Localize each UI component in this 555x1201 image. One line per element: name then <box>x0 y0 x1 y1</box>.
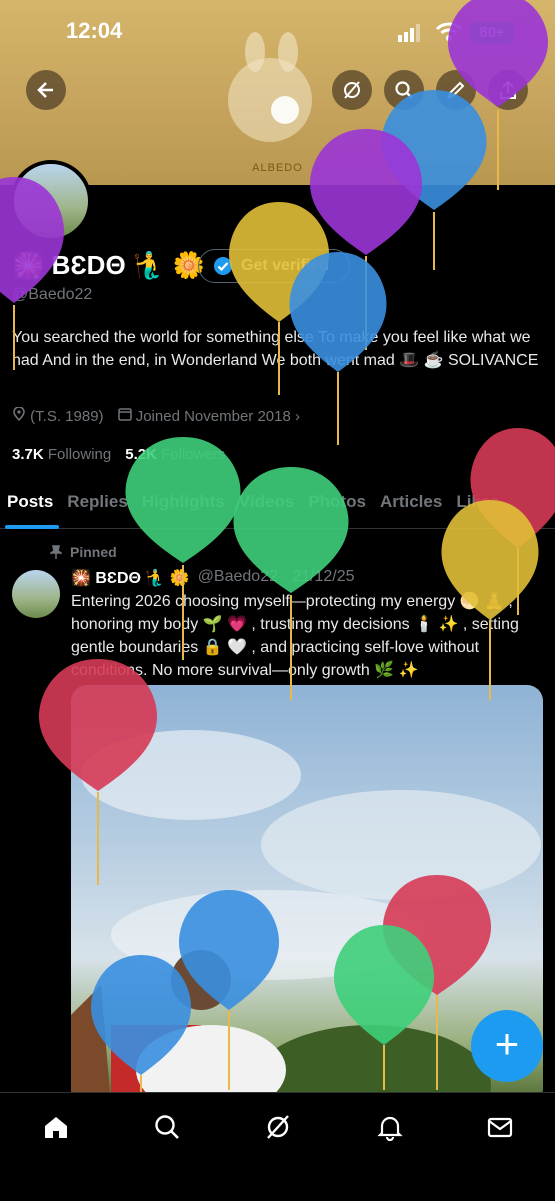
search-button[interactable] <box>384 70 424 110</box>
nav-messages[interactable] <box>476 1107 524 1147</box>
compose-post-button[interactable]: + <box>471 1010 543 1082</box>
grok-icon <box>341 79 363 101</box>
followers-link[interactable]: 5.2K Followers <box>125 446 225 463</box>
profile-tabs: Posts Replies Highlights Videos Photos A… <box>0 480 555 529</box>
location-pin-icon <box>12 407 26 421</box>
banner-caption: ALBEDO <box>0 162 555 174</box>
tab-likes[interactable]: Likes <box>449 480 506 528</box>
grok-icon <box>264 1113 292 1141</box>
profile-meta: (T.S. 1989) Joined November 2018 › <box>12 407 300 425</box>
calendar-icon <box>118 407 132 421</box>
post-author-name[interactable]: 🎇 BƐDΘ 🧜‍♂️ 🌼 <box>71 568 190 588</box>
followers-label: Followers <box>161 446 225 463</box>
back-button[interactable] <box>26 70 66 110</box>
search-icon <box>394 80 414 100</box>
pinned-text: Pinned <box>70 544 117 560</box>
post-handle-date: @Baedo22 · 21/12/25 <box>198 568 355 588</box>
bell-icon <box>376 1113 404 1141</box>
status-bar: 12:04 80+ <box>0 0 555 60</box>
followers-count: 5.2K <box>125 446 157 463</box>
edit-pencil-icon <box>446 80 466 100</box>
profile-display-name: 🎇 BƐDΘ 🧜‍♂️ 🌼 <box>12 250 205 281</box>
post-text: Entering 2026 choosing myself—protecting… <box>71 590 541 682</box>
nav-notifications[interactable] <box>366 1107 414 1147</box>
following-count: 3.7K <box>12 446 44 463</box>
grok-button[interactable] <box>332 70 372 110</box>
following-label: Following <box>48 446 111 463</box>
share-icon <box>498 80 518 100</box>
profile-avatar[interactable] <box>10 160 92 242</box>
nav-grok[interactable] <box>254 1107 302 1147</box>
active-tab-indicator <box>5 525 59 529</box>
pin-icon <box>50 545 62 559</box>
back-arrow-icon <box>36 80 56 100</box>
chevron-right-icon: › <box>295 408 300 425</box>
search-icon <box>153 1113 181 1141</box>
home-icon <box>42 1113 70 1141</box>
mail-icon <box>486 1113 514 1141</box>
tab-posts[interactable]: Posts <box>0 480 60 528</box>
bottom-navigation <box>0 1092 555 1201</box>
tab-highlights[interactable]: Highlights <box>135 480 232 528</box>
nav-home[interactable] <box>32 1107 80 1147</box>
signal-icon <box>398 24 420 42</box>
post-header: 🎇 BƐDΘ 🧜‍♂️ 🌼 @Baedo22 · 21/12/25 <box>71 568 355 588</box>
wifi-icon <box>436 22 462 42</box>
profile-handle: @Baedo22 <box>12 286 92 304</box>
joined-text: Joined November 2018 <box>136 408 291 425</box>
location-item: (T.S. 1989) <box>12 407 104 425</box>
location-text: (T.S. 1989) <box>30 408 103 425</box>
share-button[interactable] <box>488 70 528 110</box>
tab-articles[interactable]: Articles <box>373 480 449 528</box>
get-verified-label: Get verified <box>241 257 329 275</box>
profile-bio: You searched the world for something els… <box>12 326 542 372</box>
status-time: 12:04 <box>66 18 122 44</box>
edit-button[interactable] <box>436 70 476 110</box>
pinned-label: Pinned <box>50 544 117 560</box>
following-link[interactable]: 3.7K Following <box>12 446 111 463</box>
nav-search[interactable] <box>143 1107 191 1147</box>
joined-item[interactable]: Joined November 2018 › <box>118 407 300 425</box>
get-verified-button[interactable]: Get verified <box>198 249 350 283</box>
post-avatar[interactable] <box>12 570 60 618</box>
tab-photos[interactable]: Photos <box>301 480 373 528</box>
follow-stats: 3.7K Following 5.2K Followers <box>12 446 225 463</box>
tab-replies[interactable]: Replies <box>60 480 134 528</box>
battery-indicator: 80+ <box>470 22 514 44</box>
tab-videos[interactable]: Videos <box>232 480 301 528</box>
verified-badge-icon <box>213 256 233 276</box>
